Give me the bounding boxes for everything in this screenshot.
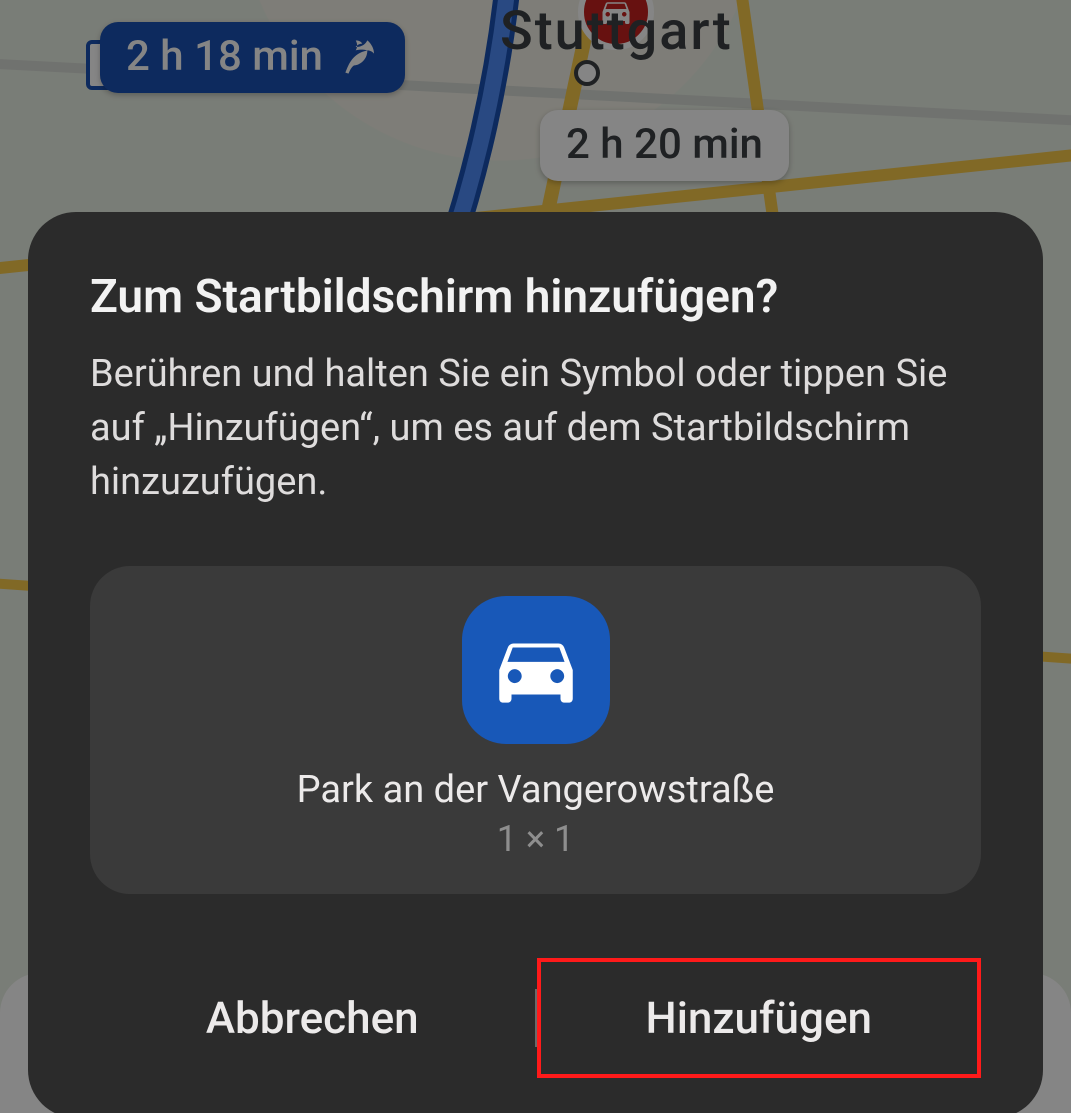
- widget-name: Park an der Vangerowstraße: [110, 768, 961, 812]
- confirm-button[interactable]: Hinzufügen: [537, 958, 982, 1078]
- car-icon: [487, 621, 585, 719]
- dialog-title: Zum Startbildschirm hinzufügen?: [90, 270, 981, 324]
- widget-size: 1 × 1: [110, 818, 961, 860]
- dialog-body: Berühren und halten Sie ein Symbol oder …: [90, 348, 981, 510]
- dialog-actions: Abbrechen Hinzufügen: [90, 958, 981, 1078]
- add-to-homescreen-dialog: Zum Startbildschirm hinzufügen? Berühren…: [28, 212, 1043, 1113]
- cancel-button[interactable]: Abbrechen: [90, 958, 535, 1078]
- widget-preview-card[interactable]: Park an der Vangerowstraße 1 × 1: [90, 566, 981, 894]
- widget-icon-container[interactable]: [462, 596, 610, 744]
